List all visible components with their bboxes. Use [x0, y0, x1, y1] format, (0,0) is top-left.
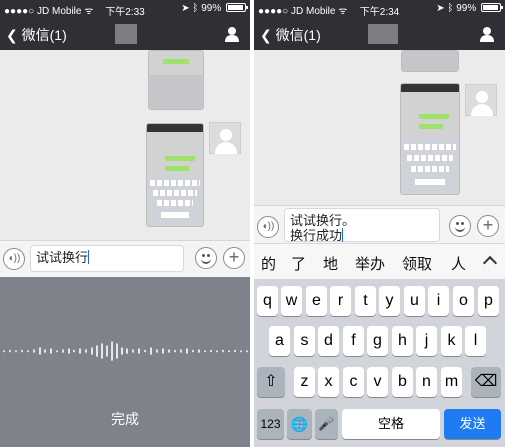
key-l[interactable]: l: [465, 326, 486, 356]
chat-title-redacted: [368, 24, 398, 44]
key-w[interactable]: w: [281, 286, 302, 316]
battery-percent: 99%: [201, 3, 222, 14]
shift-key[interactable]: ⇧: [257, 367, 285, 397]
key-t[interactable]: t: [355, 286, 376, 316]
chevron-left-icon: ❮: [260, 27, 272, 43]
nav-bar: ❮ 微信(1): [254, 18, 505, 50]
candidate-word[interactable]: 地: [323, 253, 338, 274]
sound-wave: [3, 341, 248, 361]
image-message[interactable]: [146, 123, 204, 227]
candidate-word[interactable]: 领取: [402, 253, 432, 274]
input-bar: ◖)) 试试换行。 换行成功 +: [254, 205, 505, 243]
plus-icon[interactable]: +: [477, 215, 499, 237]
key-a[interactable]: a: [269, 326, 290, 356]
message-input-line-1: 试试换行。: [290, 213, 356, 228]
delete-key[interactable]: ⌫: [471, 367, 501, 397]
key-k[interactable]: k: [441, 326, 462, 356]
candidate-word[interactable]: 了: [291, 253, 306, 274]
bluetooth-icon: ᛒ: [192, 3, 199, 14]
person-icon[interactable]: [224, 26, 240, 42]
avatar[interactable]: [465, 84, 497, 116]
done-button[interactable]: 完成: [0, 409, 250, 429]
location-icon: ➤: [181, 3, 190, 14]
candidate-word[interactable]: 人: [451, 253, 466, 274]
key-f[interactable]: f: [343, 326, 364, 356]
send-key[interactable]: 发送: [444, 409, 501, 439]
input-bar: ◖)) 试试换行 +: [0, 240, 250, 277]
person-icon[interactable]: [479, 26, 495, 42]
key-u[interactable]: u: [404, 286, 425, 316]
key-y[interactable]: y: [379, 286, 400, 316]
emoji-icon[interactable]: [195, 247, 217, 269]
image-message[interactable]: [401, 50, 459, 72]
text-caret: [88, 250, 90, 264]
key-g[interactable]: g: [367, 326, 388, 356]
key-c[interactable]: c: [343, 367, 364, 397]
image-message[interactable]: [148, 50, 204, 110]
keyboard: q w e r t y u i o p a s d f g h j k l ⇧ …: [254, 279, 505, 447]
status-right: ➤ ᛒ 99%: [181, 3, 248, 14]
message-input-line-2: 换行成功: [290, 228, 343, 243]
key-j[interactable]: j: [416, 326, 437, 356]
key-d[interactable]: d: [318, 326, 339, 356]
candidate-bar: 的 了 地 举办 领取 人: [254, 243, 505, 279]
back-label: 微信(1): [21, 27, 67, 43]
key-r[interactable]: r: [330, 286, 351, 316]
chat-title-redacted: [115, 24, 137, 44]
bluetooth-icon: ᛒ: [447, 3, 454, 14]
key-n[interactable]: n: [416, 367, 437, 397]
candidate-word[interactable]: 的: [261, 253, 276, 274]
chevron-up-icon[interactable]: [482, 255, 498, 271]
battery-icon: [481, 3, 503, 12]
globe-icon[interactable]: 🌐: [287, 409, 312, 439]
key-v[interactable]: v: [367, 367, 388, 397]
key-m[interactable]: m: [441, 367, 462, 397]
message-input[interactable]: 试试换行。 换行成功: [284, 208, 440, 243]
key-b[interactable]: b: [392, 367, 413, 397]
voice-icon[interactable]: ◖)): [257, 216, 279, 238]
back-button[interactable]: ❮ 微信(1): [260, 25, 321, 45]
emoji-icon[interactable]: [449, 215, 471, 237]
voice-input-panel: 完成: [0, 277, 250, 447]
key-s[interactable]: s: [294, 326, 315, 356]
left-phone-screen: ●●●●○ JD Mobile ᯤ 下午2:33 ➤ ᛒ 99% ❮ 微信(1): [0, 0, 250, 447]
key-i[interactable]: i: [428, 286, 449, 316]
chat-area[interactable]: [0, 50, 250, 240]
nav-bar: ❮ 微信(1): [0, 18, 250, 50]
message-input[interactable]: 试试换行: [30, 245, 184, 272]
back-label: 微信(1): [275, 27, 321, 43]
key-x[interactable]: x: [318, 367, 339, 397]
location-icon: ➤: [436, 3, 445, 14]
text-caret: [342, 228, 344, 242]
avatar[interactable]: [209, 122, 241, 154]
message-input-text: 试试换行: [36, 250, 89, 265]
status-bar: ●●●●○ JD Mobile ᯤ 下午2:34 ➤ ᛒ 99%: [254, 0, 505, 18]
battery-percent: 99%: [456, 3, 477, 14]
status-bar: ●●●●○ JD Mobile ᯤ 下午2:33 ➤ ᛒ 99%: [0, 0, 250, 18]
key-z[interactable]: z: [294, 367, 315, 397]
numbers-key[interactable]: 123: [257, 409, 284, 439]
chat-area[interactable]: [254, 50, 505, 205]
plus-icon[interactable]: +: [223, 247, 245, 269]
key-q[interactable]: q: [257, 286, 278, 316]
space-key[interactable]: 空格: [342, 409, 440, 439]
battery-icon: [226, 3, 248, 12]
right-phone-screen: ●●●●○ JD Mobile ᯤ 下午2:34 ➤ ᛒ 99% ❮ 微信(1): [254, 0, 505, 447]
key-h[interactable]: h: [392, 326, 413, 356]
candidate-word[interactable]: 举办: [355, 253, 385, 274]
chevron-left-icon: ❮: [6, 27, 18, 43]
key-e[interactable]: e: [306, 286, 327, 316]
image-message[interactable]: [400, 83, 460, 195]
status-right: ➤ ᛒ 99%: [436, 3, 503, 14]
voice-icon[interactable]: ◖)): [3, 248, 25, 270]
key-p[interactable]: p: [478, 286, 499, 316]
key-o[interactable]: o: [453, 286, 474, 316]
back-button[interactable]: ❮ 微信(1): [6, 25, 67, 45]
microphone-icon[interactable]: 🎤: [315, 409, 338, 439]
